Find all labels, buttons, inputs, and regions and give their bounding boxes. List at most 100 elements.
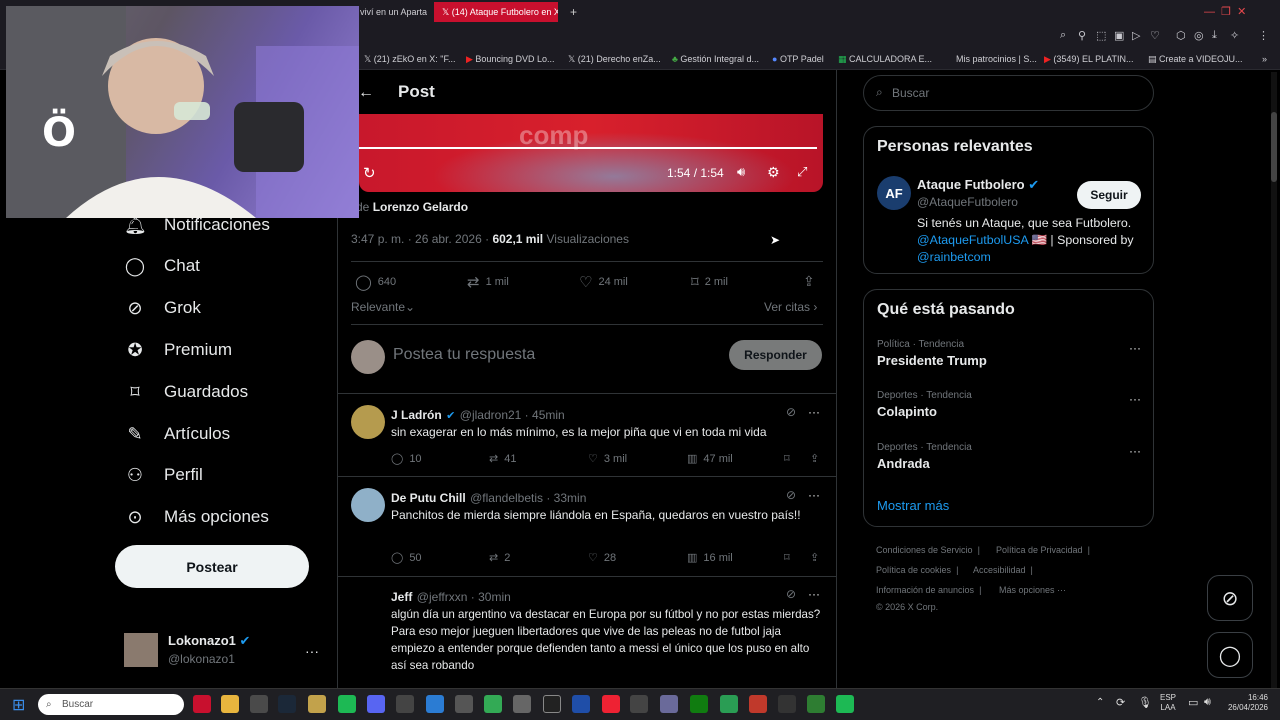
tray-chevron-icon[interactable]: ⌃ (1096, 697, 1104, 708)
spotify-icon[interactable] (836, 695, 854, 713)
post-button[interactable]: Postear (115, 545, 309, 588)
footer-link[interactable]: Condiciones de Servicio | (876, 545, 982, 555)
trend-item[interactable]: Deportes · Tendencia Colapinto ··· (877, 390, 1147, 426)
reply-handle[interactable]: @jladron21 · 45min (460, 408, 565, 422)
close-icon[interactable]: ✕ (1237, 6, 1246, 18)
bookmark-item[interactable]: ▦ CALCULADORA E... (838, 48, 932, 70)
volume-icon[interactable]: 🔊︎ (737, 164, 745, 180)
app-icon[interactable] (543, 695, 561, 713)
bookmark-item[interactable]: 𝕏 (21) zEkO en X: "F... (364, 48, 456, 70)
footer-link[interactable]: Más opciones ··· (999, 585, 1066, 595)
profile-icon[interactable]: ◎ (1194, 29, 1204, 42)
app-icon[interactable] (807, 695, 825, 713)
windows-start-icon[interactable]: ⊞ (12, 695, 25, 715)
view-quotes-link[interactable]: Ver citas › (764, 300, 817, 314)
app-icon[interactable] (513, 695, 531, 713)
volume-icon[interactable]: 🔊︎ (1204, 696, 1211, 709)
more-icon[interactable]: ··· (808, 405, 820, 419)
sort-dropdown[interactable]: Relevante⌄ (351, 300, 415, 314)
sidebar-item-mas-opciones[interactable]: ⊙ Más opciones (124, 501, 268, 533)
bookmark-item[interactable]: 𝕏 (21) Derecho enZa... (568, 48, 661, 70)
reply-input[interactable]: Postea tu respuesta (393, 346, 535, 364)
reply-author[interactable]: J Ladrón (391, 408, 442, 422)
app-icon[interactable] (778, 695, 796, 713)
bookmark-item[interactable]: ♣ Gestión Integral d... (672, 48, 759, 70)
share-icon[interactable]: ⇪ (810, 551, 819, 564)
avatar[interactable] (351, 488, 385, 522)
post-timestamp[interactable]: 3:47 p. m. · 26 abr. 2026 · (351, 232, 489, 246)
share-icon[interactable]: ⇪ (803, 273, 815, 290)
chrome-icon[interactable] (250, 695, 268, 713)
show-more-link[interactable]: Mostrar más (877, 498, 949, 513)
heart-icon[interactable]: ♡ (1150, 29, 1160, 42)
search-box[interactable]: ⌕ Buscar (863, 75, 1154, 111)
sidebar-item-grok[interactable]: ⊘ Grok (124, 292, 200, 324)
bio-link[interactable]: @rainbetcom (917, 250, 991, 264)
microphone-icon[interactable]: 🎙︎ (1138, 696, 1152, 709)
share-icon[interactable]: ⇪ (810, 452, 819, 465)
more-icon[interactable]: ··· (1129, 444, 1141, 458)
reply-views-count[interactable]: ▥ 16 mil (687, 551, 733, 565)
reply-repost-count[interactable]: ⇄ 2 (489, 551, 510, 565)
play-icon[interactable]: ▷ (1132, 29, 1140, 42)
grok-icon[interactable]: ⊘ (786, 488, 796, 502)
folder-icon[interactable] (221, 695, 239, 713)
browser-tab-active[interactable]: 𝕏 (14) Ataque Futbolero en X (434, 2, 558, 22)
reply-author[interactable]: De Putu Chill (391, 491, 466, 505)
bookmark-icon[interactable]: ⌑ (784, 452, 790, 465)
new-tab-button[interactable]: + (562, 2, 585, 22)
steam-icon[interactable] (278, 695, 296, 713)
reply-views-count[interactable]: ▥ 47 mil (687, 452, 733, 466)
menu-icon[interactable]: ⋮ (1258, 29, 1269, 42)
trend-item[interactable]: Política · Tendencia Presidente Trump ··… (877, 339, 1147, 375)
avatar[interactable] (351, 405, 385, 439)
discord-icon[interactable] (367, 695, 385, 713)
sidebar-item-chat[interactable]: ◯ Chat (124, 250, 200, 282)
xbox-icon[interactable] (690, 695, 708, 713)
more-icon[interactable]: ··· (1129, 392, 1141, 406)
grok-icon[interactable]: ⊘ (786, 587, 796, 601)
minimize-icon[interactable]: — (1204, 6, 1215, 18)
footer-link[interactable]: Política de cookies | (876, 565, 961, 575)
app-icon[interactable] (602, 695, 620, 713)
reply-handle[interactable]: @flandelbetis · 33min (470, 491, 586, 505)
video-progress-bar[interactable] (359, 147, 817, 149)
fullscreen-icon[interactable]: ⤢ (797, 164, 807, 180)
avatar[interactable]: AF (877, 176, 911, 210)
reply-comment-count[interactable]: ◯ 50 (391, 551, 422, 565)
reply-like-count[interactable]: ♡ 3 mil (588, 452, 627, 466)
sidebar-item-guardados[interactable]: ⌑ Guardados (124, 376, 248, 408)
more-icon[interactable]: ··· (1129, 341, 1141, 355)
more-icon[interactable]: ··· (808, 488, 820, 502)
reply-handle[interactable]: @jeffrxxn · 30min (417, 590, 511, 604)
zoom-icon[interactable]: ⌕ (1060, 29, 1066, 42)
scrollbar-thumb[interactable] (1271, 112, 1277, 182)
footer-link[interactable]: Información de anuncios | (876, 585, 984, 595)
bookmark-item[interactable]: ● OTP Padel (772, 48, 824, 70)
bookmark-item[interactable]: Mis patrocinios | S... (956, 48, 1037, 70)
restore-icon[interactable]: ❐ (1221, 6, 1231, 18)
clock[interactable]: 16:46 26/04/2026 (1226, 693, 1268, 713)
download-icon[interactable]: ⤓ (1212, 29, 1217, 42)
reply-like-count[interactable]: ♡ 28 (588, 551, 616, 565)
app-icon[interactable] (720, 695, 738, 713)
display-icon[interactable]: ▭ (1188, 696, 1198, 709)
follow-button[interactable]: Seguir (1077, 181, 1141, 209)
bookmark-item[interactable]: ▶ Bouncing DVD Lo... (466, 48, 554, 70)
app-icon[interactable] (572, 695, 590, 713)
more-icon[interactable]: ··· (808, 587, 820, 601)
image-icon[interactable]: ▣ (1114, 29, 1124, 42)
like-count[interactable]: ♡ 24 mil (579, 273, 628, 291)
app-icon[interactable] (484, 695, 502, 713)
bookmark-icon[interactable]: ⌑ (784, 551, 790, 564)
app-icon[interactable] (630, 695, 648, 713)
reply-count[interactable]: ◯ 640 (355, 273, 396, 291)
settings-icon[interactable]: ⚙ (767, 164, 780, 181)
scrollbar[interactable] (1271, 72, 1277, 688)
account-menu-icon[interactable]: ··· (305, 643, 319, 659)
bio-link[interactable]: @AtaqueFutbolUSA (917, 233, 1028, 247)
network-icon[interactable]: ⟳ (1116, 696, 1125, 709)
repost-count[interactable]: ⇄ 1 mil (467, 273, 509, 291)
replay-icon[interactable]: ↻ (363, 164, 376, 182)
bookmark-item[interactable]: ▤ Create a VIDEOJU... (1148, 48, 1243, 70)
